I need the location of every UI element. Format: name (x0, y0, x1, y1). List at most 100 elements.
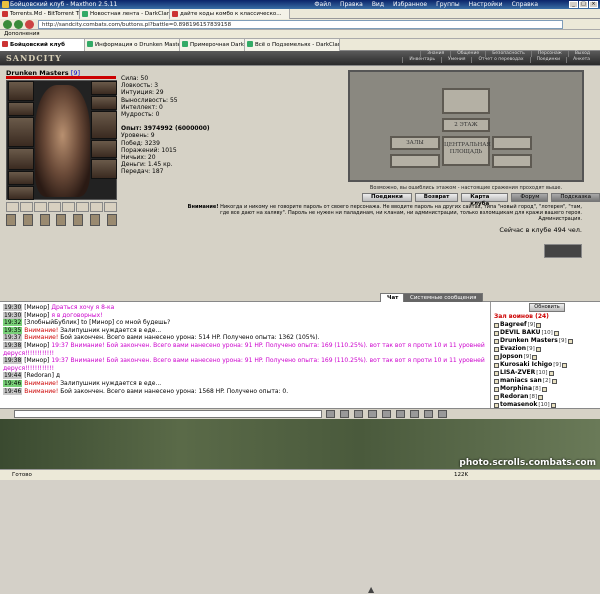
player-info-icon[interactable] (538, 394, 544, 400)
room-southeast[interactable] (492, 154, 532, 168)
armor-slot[interactable] (8, 148, 34, 170)
private-chat-icon[interactable] (494, 378, 499, 384)
chat-nick[interactable]: [Минор] (24, 342, 49, 349)
browser-tab[interactable]: дайте коды комбо к классическо... (170, 9, 290, 19)
close-button[interactable]: × (589, 1, 598, 8)
room-central[interactable]: ЦЕНТРАЛЬНАЯ ПЛОЩАДЬ (442, 136, 491, 166)
stop-icon[interactable] (25, 20, 34, 29)
player-name[interactable]: Kurosaki Ichigo (500, 361, 552, 369)
scroll-slot[interactable] (22, 214, 33, 226)
quick-slot[interactable] (20, 202, 33, 212)
belt-slot[interactable] (8, 171, 34, 185)
chat-nick[interactable]: [ЗлобныйБублик] (24, 319, 79, 326)
clear-icon[interactable] (340, 410, 349, 418)
amulet-slot[interactable] (8, 102, 34, 116)
player-info-icon[interactable] (551, 378, 557, 384)
player-name[interactable]: maniacs san (500, 377, 542, 385)
chat-nick[interactable]: [Минор] (24, 304, 49, 311)
menu-skills[interactable]: Умения (440, 57, 471, 63)
tab-info[interactable]: Информация о Drunken Masters (85, 39, 180, 51)
scroll-slot[interactable] (90, 214, 101, 226)
smile-icon[interactable] (354, 410, 363, 418)
scroll-slot[interactable] (106, 214, 117, 226)
private-chat-icon[interactable] (494, 394, 499, 400)
leggings-slot[interactable] (91, 140, 117, 158)
private-chat-icon[interactable] (494, 322, 499, 328)
private-chat-icon[interactable] (494, 402, 499, 408)
chat-nick[interactable]: [Минор] (24, 357, 49, 364)
quick-slot[interactable] (90, 202, 103, 212)
menu-inventory[interactable]: Инвентарь (402, 57, 441, 63)
menu-transfers[interactable]: Отчет о переводах (471, 57, 529, 63)
maximize-button[interactable]: □ (579, 1, 588, 8)
player-name[interactable]: Bagreef (500, 321, 527, 329)
back-icon[interactable] (3, 20, 12, 29)
player-row[interactable]: Bagreef [9] (494, 321, 600, 329)
quick-slot[interactable] (104, 202, 117, 212)
chat-input[interactable] (14, 410, 322, 418)
player-row[interactable]: Jopson [9] (494, 353, 600, 361)
player-name[interactable]: Redoran (500, 393, 528, 401)
player-name[interactable]: DEVIL BAKU (500, 329, 541, 337)
scroll-slot[interactable] (39, 214, 50, 226)
room-north[interactable] (442, 88, 490, 114)
forward-icon[interactable] (14, 20, 23, 29)
collapse-arrow-icon[interactable]: ▲ (368, 585, 374, 594)
scroll-slot[interactable] (6, 214, 16, 226)
weapon-slot[interactable] (8, 117, 34, 147)
player-name[interactable]: Evazion (500, 345, 526, 353)
tab-dungeons[interactable]: Всё о Подземельях - DarkClan.Ru (245, 39, 340, 51)
menu-help[interactable]: Справка (512, 0, 538, 9)
quick-slot[interactable] (48, 202, 61, 212)
bookmark-addons[interactable]: Дополнения (4, 30, 40, 38)
player-row[interactable]: LISA-ZVER [10] (494, 369, 600, 377)
menu-groups[interactable]: Группы (436, 0, 460, 9)
ring-slot[interactable] (8, 186, 34, 200)
translit-icon[interactable] (410, 410, 419, 418)
player-row[interactable]: Evazion [9] (494, 345, 600, 353)
room-floor2[interactable]: 2 ЭТАЖ (442, 118, 490, 132)
menu-settings[interactable]: Настройки (469, 0, 503, 9)
quick-slot[interactable] (6, 202, 19, 212)
player-row[interactable]: Drunken Masters [9] (494, 337, 600, 345)
private-chat-icon[interactable] (494, 354, 499, 360)
return-button[interactable]: Возврат (414, 193, 459, 202)
room-east[interactable] (492, 136, 532, 150)
player-info-icon[interactable] (567, 338, 573, 344)
player-row[interactable]: Kurosaki Ichigo [9] (494, 361, 600, 369)
menu-battles[interactable]: Поединки (529, 57, 567, 63)
player-row[interactable]: maniacs san [2] (494, 377, 600, 385)
private-chat-icon[interactable] (494, 362, 499, 368)
quick-slot[interactable] (62, 202, 75, 212)
browser-tab[interactable]: Torrents.Md - BitTorrent Track... (0, 9, 80, 19)
exit-icon[interactable] (438, 410, 447, 418)
hint-button[interactable]: Подсказка (551, 193, 600, 202)
minimize-button[interactable]: _ (569, 1, 578, 8)
private-chat-icon[interactable] (494, 330, 499, 336)
filter-icon[interactable] (368, 410, 377, 418)
player-info-icon[interactable] (561, 362, 567, 368)
scroll-icon[interactable] (382, 410, 391, 418)
private-chat-icon[interactable] (494, 346, 499, 352)
scroll-slot[interactable] (56, 214, 67, 226)
send-icon[interactable] (326, 410, 335, 418)
menu-profile[interactable]: Анкета (566, 57, 596, 63)
menu-edit[interactable]: Правка (340, 0, 363, 9)
private-chat-icon[interactable] (494, 386, 499, 392)
tab-fight-club[interactable]: Бойцовский клуб (0, 39, 85, 51)
chat-nick[interactable]: [Redoran] (24, 372, 54, 379)
player-name[interactable]: Drunken Masters (500, 337, 558, 345)
player-row[interactable]: Morphina [8] (494, 385, 600, 393)
battles-button[interactable]: Поединки (362, 193, 412, 202)
player-info-icon[interactable] (535, 346, 541, 352)
settings-icon[interactable] (424, 410, 433, 418)
player-row[interactable]: DEVIL BAKU [10] (494, 329, 600, 337)
tab-chat[interactable]: Чат (380, 293, 406, 302)
player-name[interactable]: LISA-ZVER (500, 369, 535, 377)
menu-view[interactable]: Вид (372, 0, 384, 9)
player-info-icon[interactable] (541, 386, 547, 392)
address-input[interactable]: http://sandcity.combats.com/buttons.pl?b… (38, 20, 563, 29)
player-name[interactable]: Jopson (500, 353, 523, 361)
room-southwest[interactable] (390, 154, 440, 168)
helmet-slot[interactable] (8, 81, 34, 101)
